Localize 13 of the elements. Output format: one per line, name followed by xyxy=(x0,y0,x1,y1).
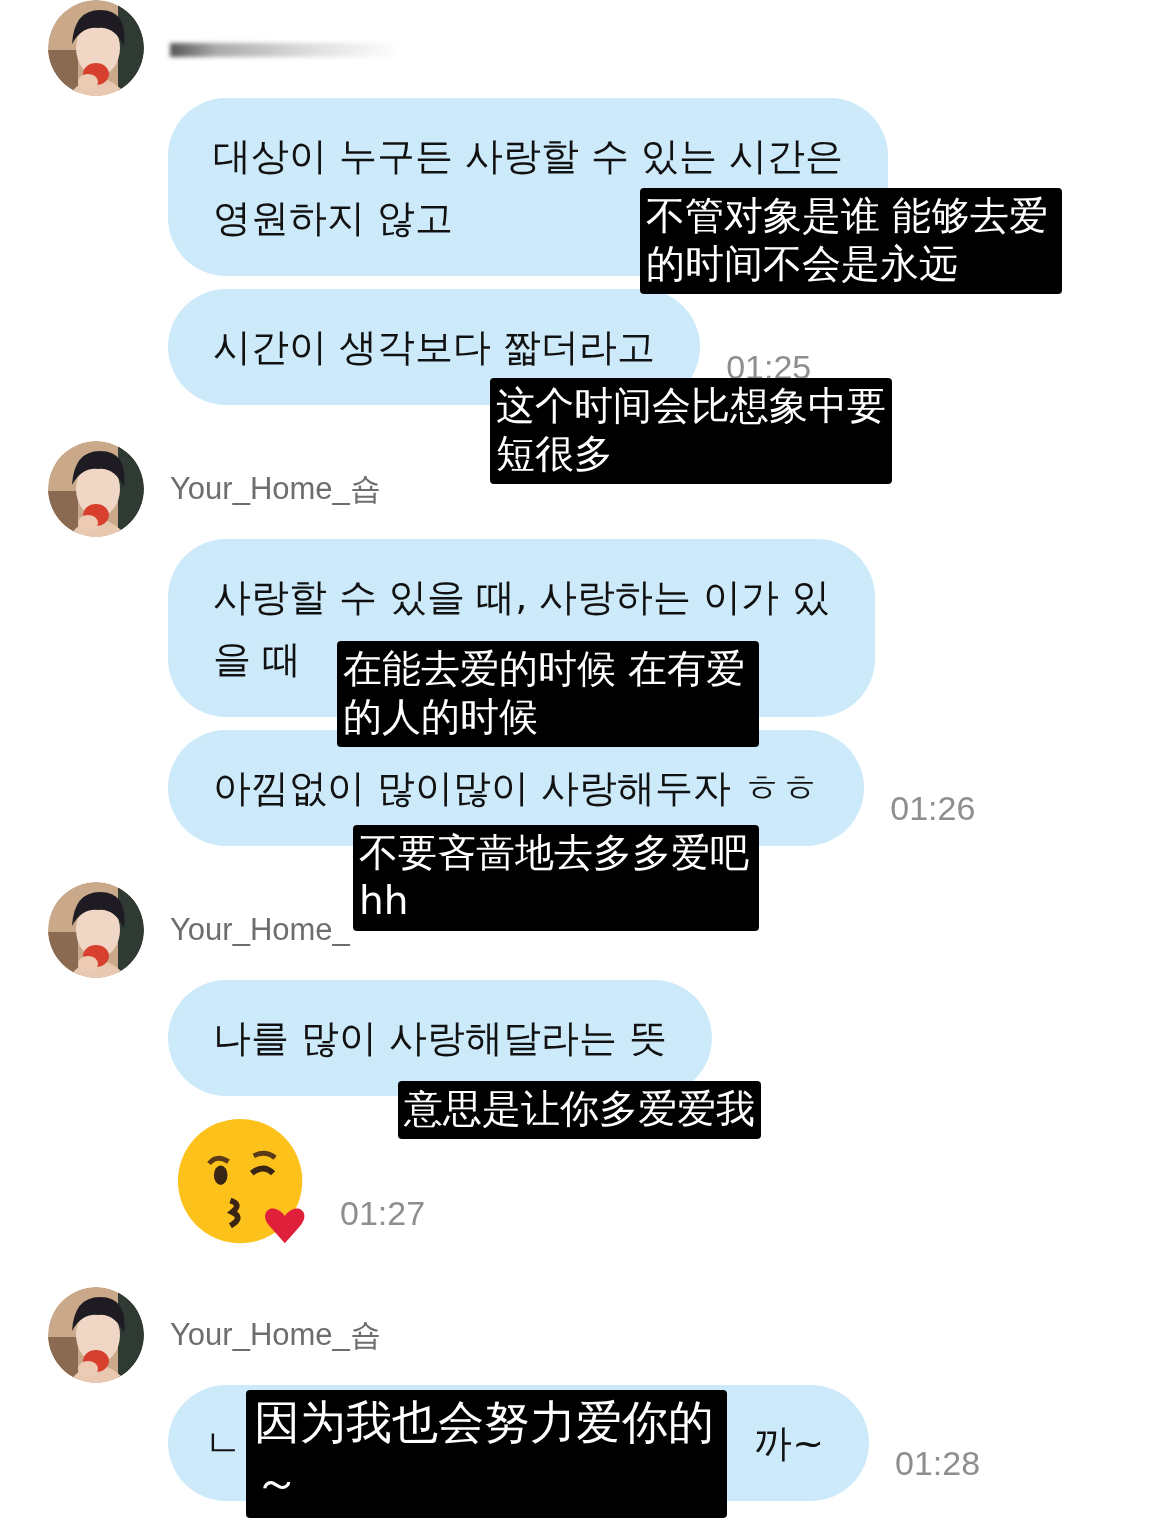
translation-caption: 在能去爱的时候 在有爱的人的时候 xyxy=(337,641,759,747)
sender-name: Your_Home_ xyxy=(170,912,350,948)
message-text: ㄴ xyxy=(204,1420,242,1467)
sender-name: Your_Home_숍 xyxy=(170,470,381,508)
message-text: 까~ xyxy=(754,1420,824,1467)
timestamp: 01:26 xyxy=(890,789,976,828)
timestamp: 01:28 xyxy=(895,1444,981,1483)
translation-caption: 不要吝啬地去多多爱吧 hh xyxy=(353,825,759,931)
sender-name: Your_Home_숍 xyxy=(170,1316,381,1354)
translation-caption: 这个时间会比想象中要短很多 xyxy=(490,378,892,484)
translation-caption: 因为我也会努力爱你的～ xyxy=(246,1390,727,1518)
translation-caption: 不管对象是谁 能够去爱的时间不会是永远 xyxy=(640,188,1062,294)
timestamp: 01:27 xyxy=(340,1194,426,1233)
